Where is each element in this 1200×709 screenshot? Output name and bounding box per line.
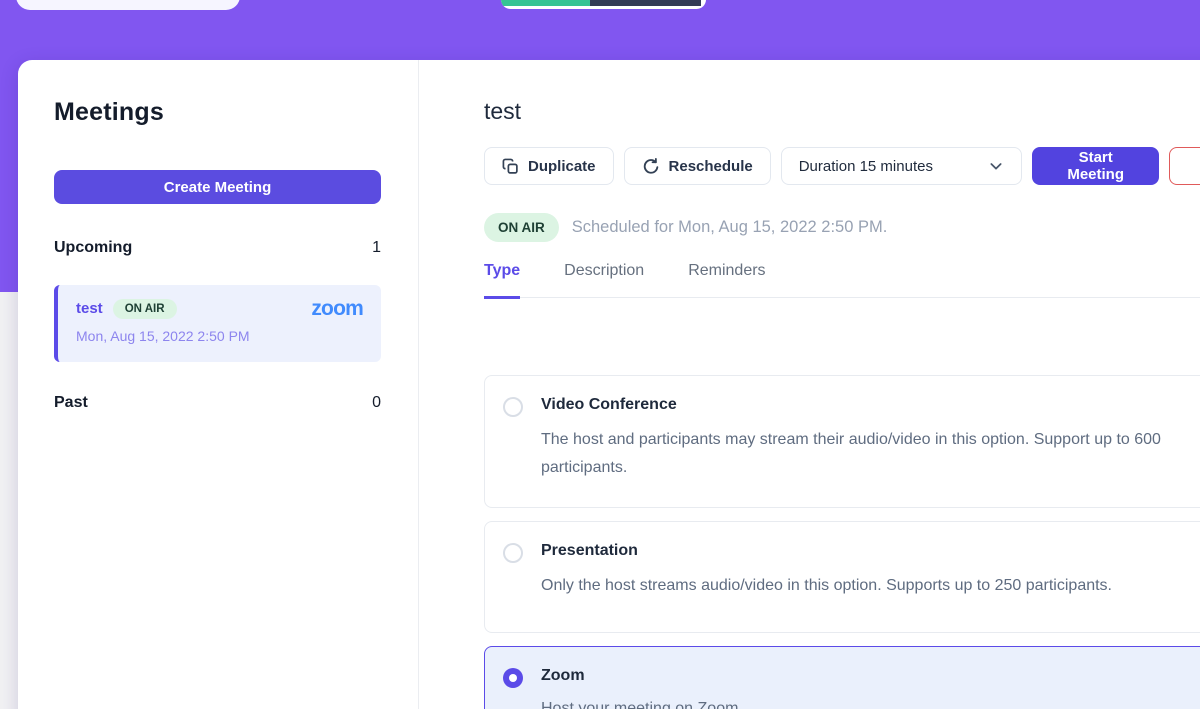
past-section-header: Past 0 [54,394,381,412]
tab-reminders[interactable]: Reminders [688,262,765,297]
copy-icon [502,158,519,175]
upcoming-count: 1 [372,239,381,257]
option-description: Only the host streams audio/video in thi… [541,572,1200,600]
delete-meeting-button[interactable] [1169,147,1200,185]
option-description: Host your meeting on Zoom [541,695,1200,709]
duplicate-button[interactable]: Duplicate [484,147,614,185]
on-air-status-badge: ON AIR [484,213,559,242]
option-title: Zoom [541,667,1200,685]
zoom-logo: zoom [311,298,363,319]
option-presentation[interactable]: Presentation Only the host streams audio… [484,521,1200,633]
start-meeting-button[interactable]: Start Meeting [1032,147,1159,185]
reschedule-button[interactable]: Reschedule [624,147,771,185]
meeting-datetime: Mon, Aug 15, 2022 2:50 PM [76,328,363,344]
past-count: 0 [372,394,381,412]
start-meeting-label: Start Meeting [1067,149,1124,183]
scheduled-text: Scheduled for Mon, Aug 15, 2022 2:50 PM. [572,218,888,237]
meeting-detail-pane: test Duplicate Reschedul [419,60,1200,709]
radio-unchecked-icon[interactable] [503,543,523,563]
upcoming-section-header: Upcoming 1 [54,239,381,257]
tab-type[interactable]: Type [484,262,520,299]
tab-description[interactable]: Description [564,262,644,297]
radio-checked-icon[interactable] [503,668,523,688]
topbar-remnant [16,0,240,10]
duration-select[interactable]: Duration 15 minutes [781,147,1022,185]
option-title: Video Conference [541,396,1200,414]
past-label: Past [54,394,88,412]
meetings-sidebar: Meetings Create Meeting Upcoming 1 test … [18,60,419,709]
refresh-icon [642,157,660,175]
on-air-badge: ON AIR [113,299,177,319]
option-video-conference[interactable]: Video Conference The host and participan… [484,375,1200,508]
meeting-name: test [76,300,103,317]
progress-navy-segment [590,0,701,6]
meeting-title: test [484,98,521,125]
chevron-down-icon [988,158,1004,174]
detail-tabs: Type Description Reminders [484,262,1200,298]
meeting-type-options: Video Conference The host and participan… [484,375,1200,709]
duplicate-label: Duplicate [528,158,596,175]
reschedule-label: Reschedule [669,158,753,175]
radio-unchecked-icon[interactable] [503,397,523,417]
option-zoom[interactable]: Zoom Host your meeting on Zoom [484,646,1200,709]
progress-bar-remnant [501,0,706,9]
duration-value: Duration 15 minutes [799,158,933,175]
create-meeting-label: Create Meeting [164,179,272,196]
create-meeting-button[interactable]: Create Meeting [54,170,381,204]
option-description: The host and participants may stream the… [541,426,1200,482]
option-title: Presentation [541,542,1200,560]
sidebar-title: Meetings [54,98,164,127]
progress-green-segment [501,0,590,6]
content-card: Meetings Create Meeting Upcoming 1 test … [18,60,1200,709]
upcoming-label: Upcoming [54,239,132,257]
meeting-toolbar: Duplicate Reschedule Duration 15 minutes [484,147,1200,185]
meeting-list-item[interactable]: test ON AIR zoom Mon, Aug 15, 2022 2:50 … [54,285,381,362]
status-row: ON AIR Scheduled for Mon, Aug 15, 2022 2… [484,213,887,242]
